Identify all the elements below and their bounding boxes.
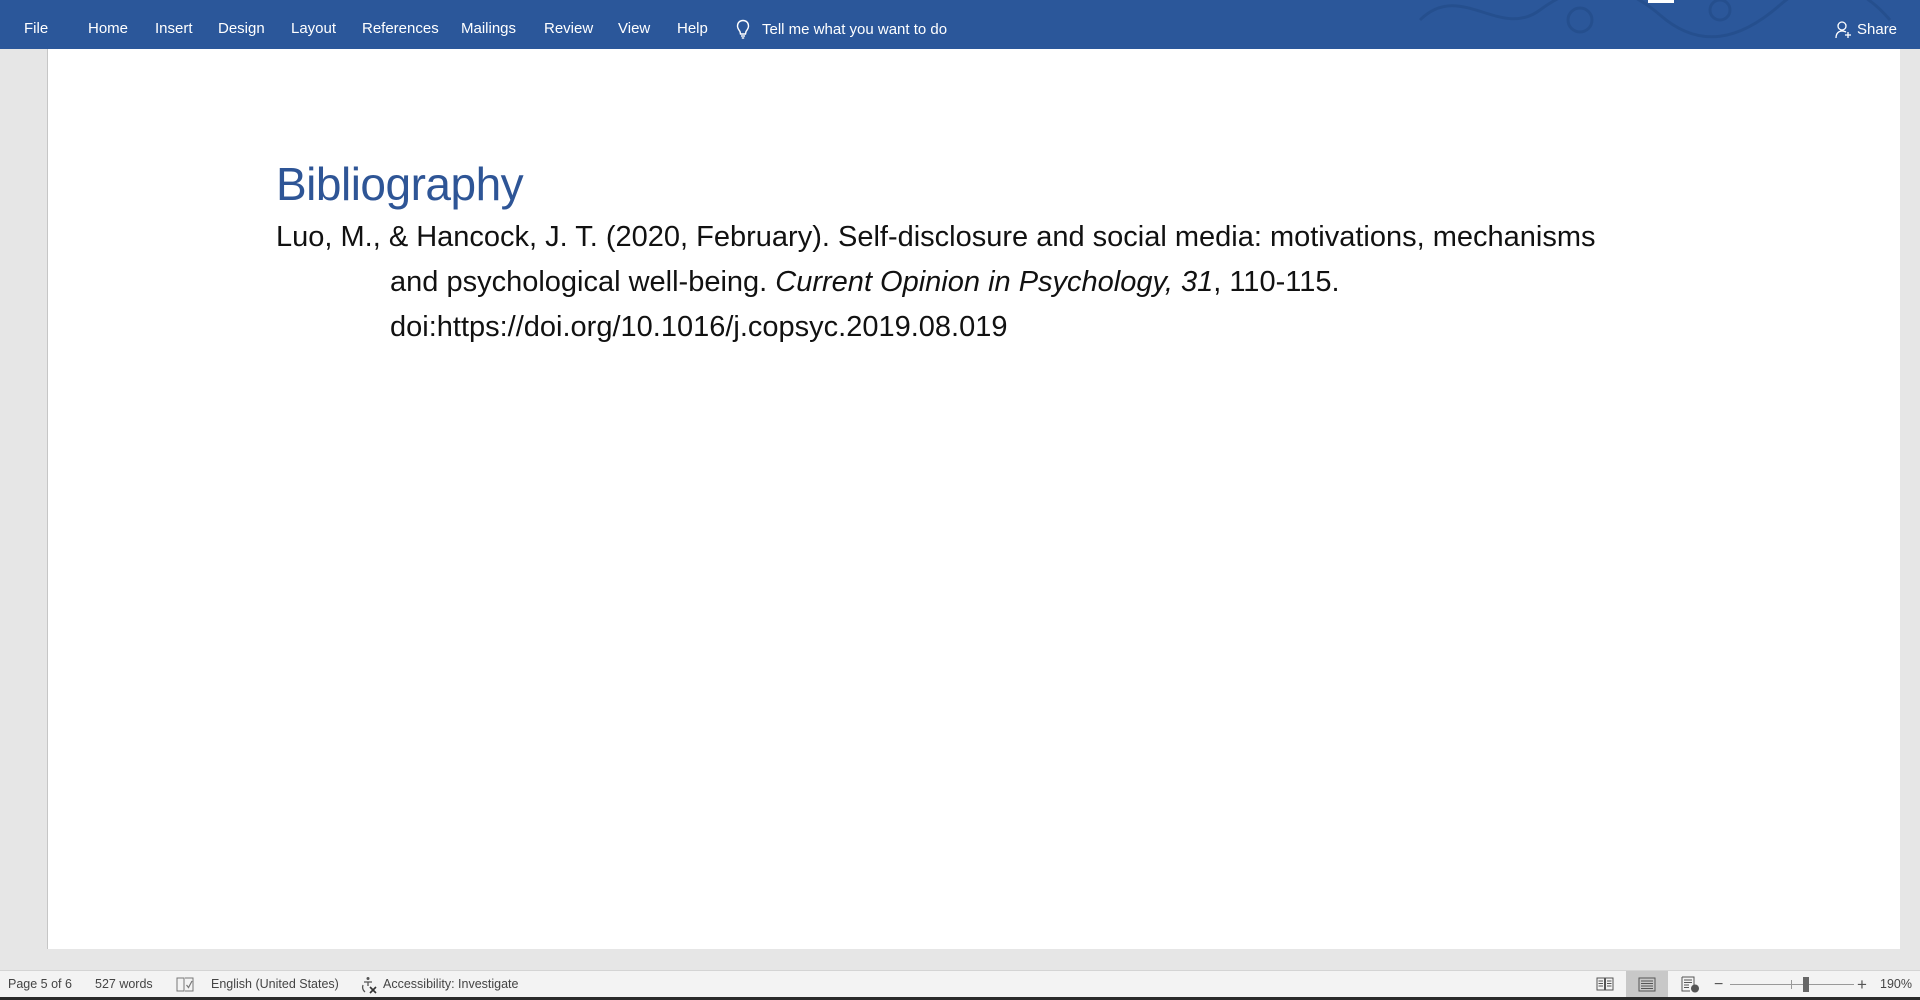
zoom-out-button[interactable]: −	[1714, 971, 1723, 998]
tab-home[interactable]: Home	[88, 0, 128, 49]
share-label: Share	[1857, 21, 1898, 38]
web-layout-icon[interactable]	[1681, 976, 1700, 993]
status-bar: Page 5 of 6 527 words English (United St…	[0, 970, 1920, 998]
reference-line-2: and psychological well-being. Current Op…	[276, 260, 1736, 305]
tell-me-label: Tell me what you want to do	[762, 20, 948, 38]
ribbon-tab-bar: File Home Insert Design Layout Reference…	[0, 0, 1920, 49]
document-page[interactable]: Bibliography Luo, M., & Hancock, J. T. (…	[47, 49, 1900, 949]
zoom-slider-thumb[interactable]	[1803, 977, 1809, 992]
print-layout-icon[interactable]	[1638, 977, 1656, 992]
ribbon-decoration	[1418, 0, 1892, 39]
zoom-slider-center-tick	[1791, 980, 1792, 989]
tab-mailings[interactable]: Mailings	[461, 0, 516, 49]
reference-doi: doi:https://doi.org/10.1016/j.copsyc.201…	[390, 311, 1008, 343]
tab-review[interactable]: Review	[544, 0, 593, 49]
tab-help[interactable]: Help	[677, 0, 708, 49]
language[interactable]: English (United States)	[211, 971, 339, 998]
page-count[interactable]: Page 5 of 6	[8, 971, 72, 998]
reference-text: and psychological well-being.	[390, 266, 776, 298]
lightbulb-icon	[736, 19, 750, 39]
person-add-icon	[1835, 20, 1851, 38]
tab-layout[interactable]: Layout	[291, 0, 336, 49]
bibliography-heading: Bibliography	[276, 158, 524, 210]
accessibility-status[interactable]: Accessibility: Investigate	[383, 971, 518, 998]
read-mode-icon[interactable]	[1596, 977, 1614, 992]
share-button[interactable]: Share	[1835, 0, 1897, 49]
bibliography-entry: Luo, M., & Hancock, J. T. (2020, Februar…	[276, 215, 1736, 350]
reference-line-1: Luo, M., & Hancock, J. T. (2020, Februar…	[276, 221, 1596, 253]
reference-pages: , 110-115.	[1213, 266, 1340, 298]
tell-me-search[interactable]: Tell me what you want to do	[736, 0, 947, 49]
proofing-check-icon[interactable]	[176, 977, 194, 992]
tab-references[interactable]: References	[362, 0, 439, 49]
window-control-sliver	[1648, 0, 1674, 3]
zoom-in-button[interactable]: +	[1857, 971, 1867, 998]
zoom-level[interactable]: 190%	[1880, 971, 1912, 998]
word-count[interactable]: 527 words	[95, 971, 153, 998]
tab-file[interactable]: File	[24, 0, 48, 49]
zoom-slider-track[interactable]	[1730, 984, 1854, 985]
accessibility-icon[interactable]	[360, 976, 378, 994]
tab-insert[interactable]: Insert	[155, 0, 193, 49]
tab-view[interactable]: View	[618, 0, 650, 49]
tab-design[interactable]: Design	[218, 0, 265, 49]
journal-title: Current Opinion in Psychology, 31	[775, 266, 1214, 298]
